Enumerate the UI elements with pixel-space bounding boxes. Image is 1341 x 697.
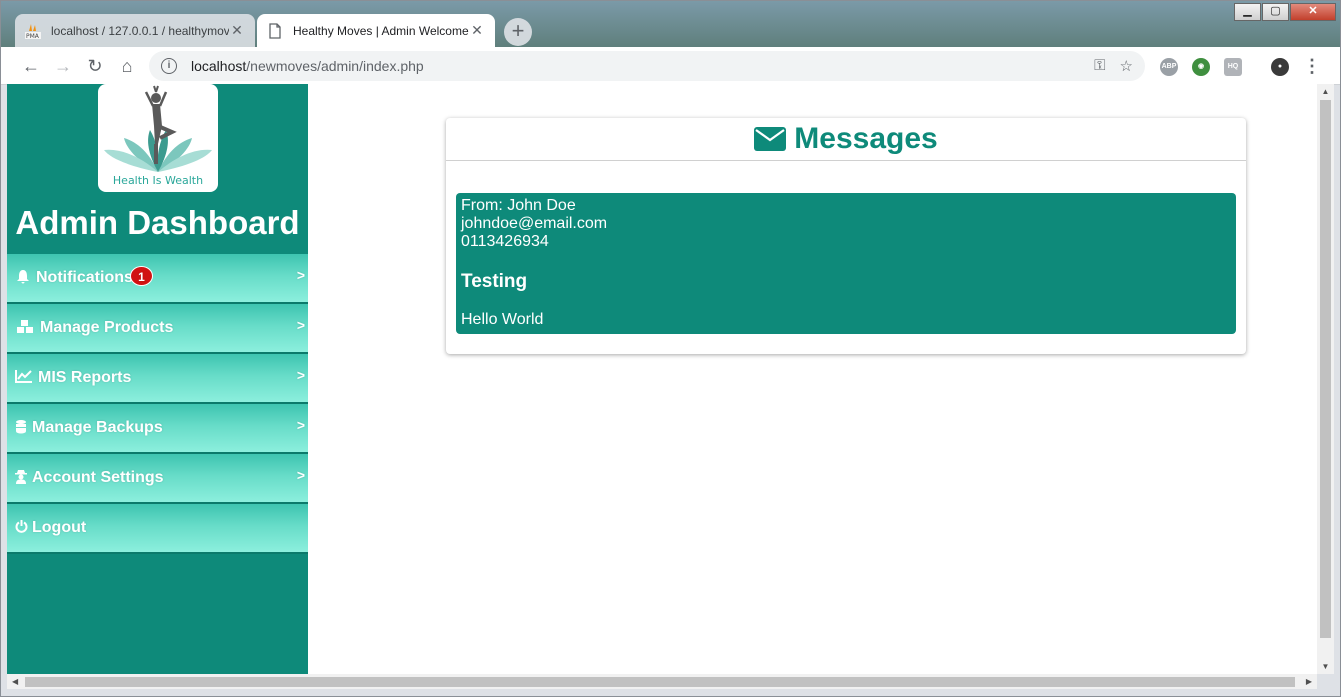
sidebar-item-label: MIS Reports (38, 369, 132, 386)
vertical-scroll-thumb[interactable] (1320, 100, 1331, 638)
scroll-right-arrow-icon[interactable]: ▶ (1306, 674, 1312, 689)
messages-title: Messages (794, 122, 938, 155)
reload-icon[interactable]: ↻ (83, 54, 107, 78)
svg-text:PMA: PMA (26, 33, 40, 39)
key-icon[interactable]: ⚿ (1094, 57, 1105, 75)
adblock-extension-icon[interactable]: ABP (1160, 58, 1178, 76)
page-favicon-icon (269, 22, 281, 39)
message-phone: 0113426934 (461, 233, 549, 250)
menu-kebab-icon[interactable]: ⋮ (1300, 54, 1324, 78)
cubes-icon (14, 319, 36, 338)
profile-avatar-icon[interactable]: ● (1271, 58, 1289, 76)
tab-healthy-moves[interactable]: Healthy Moves | Admin Welcome ✕ (257, 14, 495, 47)
tab-close-icon[interactable]: ✕ (229, 22, 245, 39)
message-item[interactable]: From: John Doe johndoe@email.com 0113426… (456, 193, 1236, 334)
chevron-right-icon: > (296, 367, 305, 383)
yoga-lotus-logo-icon (104, 85, 212, 172)
dashboard-title: Admin Dashboard (15, 204, 300, 241)
logo[interactable]: Health Is Wealth (98, 84, 218, 192)
globe-extension-icon[interactable]: ◉ (1192, 58, 1210, 76)
phpmyadmin-favicon-icon: PMA (25, 23, 41, 39)
sidebar-item-label: Manage Backups (32, 419, 163, 436)
scroll-up-arrow-icon[interactable]: ▲ (1317, 87, 1334, 96)
tab-title: localhost / 127.0.0.1 / healthymoves (51, 23, 229, 38)
close-window-button[interactable]: ✕ (1290, 3, 1336, 21)
home-icon[interactable]: ⌂ (115, 54, 139, 78)
new-tab-button[interactable]: + (504, 18, 532, 46)
sidebar-item-notifications[interactable]: Notifications 1 > (7, 254, 308, 304)
scroll-down-arrow-icon[interactable]: ▼ (1317, 662, 1334, 671)
horizontal-scroll-thumb[interactable] (25, 677, 1295, 687)
omnibox-actions: ⚿ ☆ (1094, 57, 1133, 75)
sidebar-item-account-settings[interactable]: Account Settings > (7, 454, 308, 504)
sidebar-item-mis-reports[interactable]: MIS Reports > (7, 354, 308, 404)
sidebar-menu: Notifications 1 > Manage Products > MIS … (7, 254, 308, 554)
envelope-icon (754, 127, 787, 151)
sidebar-item-label: Logout (32, 519, 87, 536)
logo-tagline: Health Is Wealth (112, 174, 204, 187)
tab-close-icon[interactable]: ✕ (469, 22, 485, 39)
forward-arrow-icon[interactable]: → (51, 54, 75, 78)
url-host: localhost (191, 58, 247, 74)
bookmark-star-icon[interactable]: ☆ (1120, 57, 1133, 75)
scroll-left-arrow-icon[interactable]: ◀ (12, 674, 18, 689)
messages-card: Messages From: John Doe johndoe@email.co… (446, 118, 1246, 354)
back-arrow-icon[interactable]: ← (19, 54, 43, 78)
url-path: /newmoves/admin/index.php (246, 58, 424, 74)
sidebar-item-label: Manage Products (40, 319, 174, 336)
sidebar-item-manage-products[interactable]: Manage Products > (7, 304, 308, 354)
bell-icon (14, 269, 32, 288)
messages-header: Messages (446, 118, 1246, 161)
chevron-right-icon: > (296, 467, 305, 483)
sidebar-item-manage-backups[interactable]: Manage Backups > (7, 404, 308, 454)
browser-toolbar: ← → ↻ ⌂ i localhost/newmoves/admin/index… (1, 47, 1340, 85)
address-bar[interactable]: i localhost/newmoves/admin/index.php ⚿ ☆ (149, 51, 1145, 81)
message-email: johndoe@email.com (461, 215, 608, 232)
user-secret-icon (14, 469, 28, 488)
message-body: Hello World (461, 311, 544, 328)
notification-count-badge: 1 (130, 266, 153, 286)
window-controls: ▁ ▢ ✕ (1233, 3, 1336, 21)
maximize-button[interactable]: ▢ (1262, 3, 1289, 21)
line-chart-icon (14, 369, 34, 387)
chevron-right-icon: > (296, 417, 305, 433)
sidebar-item-label: Account Settings (32, 469, 164, 486)
message-from: From: John Doe (461, 197, 576, 214)
power-icon (14, 519, 28, 537)
chevron-right-icon: > (296, 317, 305, 333)
page-viewport: Health Is Wealth Admin Dashboard Notific… (7, 84, 1317, 674)
vertical-scrollbar[interactable]: ▲ ▼ (1317, 84, 1334, 674)
message-subject: Testing (461, 271, 528, 292)
sidebar-item-logout[interactable]: Logout (7, 504, 308, 554)
sidebar: Health Is Wealth Admin Dashboard Notific… (7, 84, 308, 674)
tab-title: Healthy Moves | Admin Welcome (293, 23, 469, 38)
site-info-icon[interactable]: i (161, 58, 177, 74)
cloudhq-extension-icon[interactable]: HQ (1224, 58, 1242, 76)
database-icon (14, 419, 28, 438)
tab-strip: PMA localhost / 127.0.0.1 / healthymoves… (1, 1, 1340, 47)
minimize-button[interactable]: ▁ (1234, 3, 1261, 21)
sidebar-item-label: Notifications (36, 269, 133, 286)
tab-phpmyadmin[interactable]: PMA localhost / 127.0.0.1 / healthymoves… (15, 14, 255, 47)
horizontal-scrollbar[interactable]: ◀ ▶ (7, 674, 1317, 689)
chevron-right-icon: > (296, 267, 305, 283)
